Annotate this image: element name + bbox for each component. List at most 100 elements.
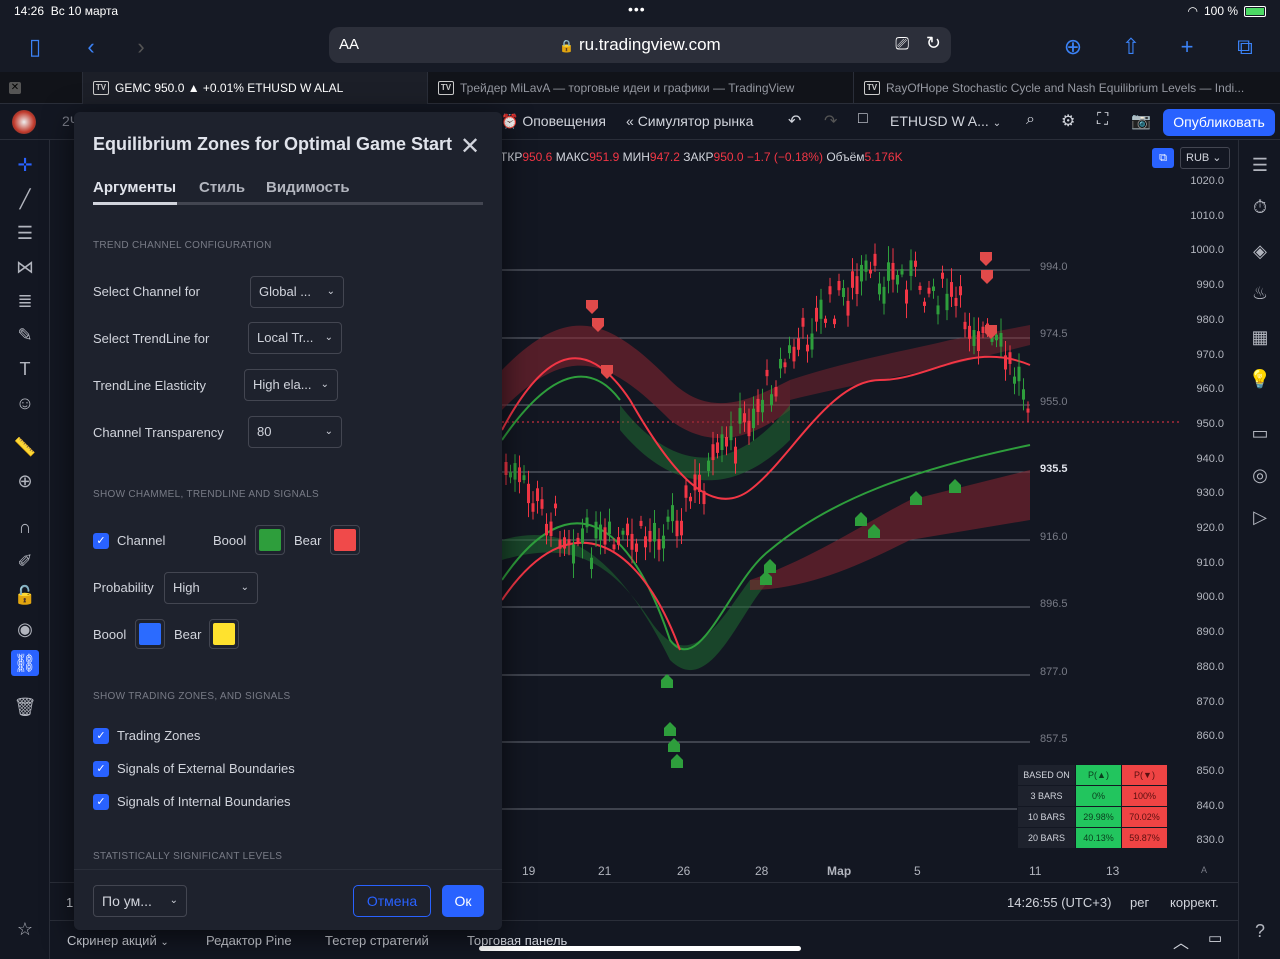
ruler-icon[interactable]: 📏 xyxy=(11,434,39,460)
eye-icon[interactable]: ◉ xyxy=(11,616,39,642)
reload-icon[interactable]: ↻ xyxy=(926,33,941,54)
chevron-up-icon[interactable]: ︿ xyxy=(1173,929,1189,953)
sidebar-toggle-icon[interactable]: ▯ xyxy=(20,32,50,62)
price-tick: 900.0 xyxy=(1196,591,1224,604)
tab-style[interactable]: Стиль xyxy=(199,179,245,196)
emoji-icon[interactable]: ☺ xyxy=(11,390,39,416)
help-icon[interactable]: ? xyxy=(1247,918,1273,944)
magnet-icon[interactable]: ∩ xyxy=(11,514,39,540)
bear1-label: Bear xyxy=(294,533,322,548)
star-icon[interactable]: ☆ xyxy=(11,916,39,942)
search-icon[interactable]: ⌕ xyxy=(1026,111,1035,129)
streams-icon[interactable]: ◎ xyxy=(1247,462,1273,488)
layout-square-icon[interactable]: □ xyxy=(858,110,868,128)
undo-icon[interactable]: ↶ xyxy=(788,111,801,131)
lock-drawing-icon[interactable]: ✐ xyxy=(11,548,39,574)
select-trendline-dropdown[interactable]: Local Tr... ⌄ xyxy=(248,322,342,354)
tab-rayofhope[interactable]: TV RayOfHope Stochastic Cycle and Nash Eq… xyxy=(853,72,1280,104)
new-tab-icon[interactable]: + xyxy=(1172,32,1202,62)
price-tick: 910.0 xyxy=(1196,556,1224,569)
adjust-button[interactable]: коррект. xyxy=(1170,895,1219,910)
elasticity-dropdown[interactable]: High ela... ⌄ xyxy=(244,369,338,401)
tabs-overview-icon[interactable]: ⧉ xyxy=(1230,32,1260,62)
bear1-color-swatch[interactable] xyxy=(330,525,360,555)
channel-checkbox[interactable]: ✓ xyxy=(93,533,109,549)
tab-close-icon[interactable]: ✕ xyxy=(9,82,21,94)
text-icon[interactable]: T xyxy=(11,356,39,382)
candle-body xyxy=(720,434,724,450)
fib-icon[interactable]: ≣ xyxy=(11,288,39,314)
candle-body xyxy=(851,271,854,288)
play-icon[interactable]: ▷ xyxy=(1247,504,1273,530)
trash-icon[interactable]: 🗑 xyxy=(11,694,39,720)
layout-select[interactable]: ETHUSD W A... ⌄ xyxy=(890,113,1001,129)
publish-button[interactable]: Опубликовать xyxy=(1163,109,1275,136)
scale-sync-button[interactable]: ⧉ xyxy=(1152,148,1174,168)
extensions-icon[interactable]: ⎚ xyxy=(895,34,909,54)
defaults-dropdown[interactable]: По ум... ⌄ xyxy=(93,885,187,917)
footer-range[interactable]: 1 xyxy=(66,895,73,910)
bool2-color-swatch[interactable] xyxy=(135,619,165,649)
tab-pine-editor[interactable]: Редактор Pine xyxy=(206,933,292,948)
crosshair-icon[interactable]: ✛ xyxy=(11,152,39,178)
ok-button[interactable]: Ок xyxy=(442,885,484,917)
watchlist-icon[interactable]: ☰ xyxy=(1247,152,1273,178)
lock-icon[interactable]: 🔓 xyxy=(11,582,39,608)
clock-readout[interactable]: 14:26:55 (UTC+3) xyxy=(1007,895,1111,910)
trendline-icon[interactable]: ╱ xyxy=(11,186,39,212)
tab-gemc[interactable]: TV GEMC 950.0 ▲ +0.01% ETHUSD W ALAL xyxy=(82,72,427,104)
avatar[interactable] xyxy=(12,110,36,134)
zoom-icon[interactable]: ⊕ xyxy=(11,468,39,494)
brush-icon[interactable]: ✎ xyxy=(11,322,39,348)
maximize-icon[interactable]: ▭ xyxy=(1208,929,1222,947)
address-bar[interactable]: AA 🔒 ru.tradingview.com ⎚ ↻ xyxy=(329,27,951,63)
back-icon[interactable]: ‹ xyxy=(76,32,106,62)
chat-icon[interactable]: ▭ xyxy=(1247,420,1273,446)
time-tick: 11 xyxy=(1029,864,1042,878)
ext-signals-checkbox[interactable]: ✓ xyxy=(93,761,109,777)
bool1-color-swatch[interactable] xyxy=(255,525,285,555)
buy-signal-marker xyxy=(664,722,676,736)
tab-screener[interactable]: Скринер акций ⌄ xyxy=(67,933,169,948)
redo-icon[interactable]: ↷ xyxy=(824,111,837,131)
alarm-clock-icon[interactable]: ⏱ xyxy=(1247,194,1273,220)
multitask-dots[interactable]: ••• xyxy=(628,1,646,17)
session-reg[interactable]: рег xyxy=(1130,895,1149,910)
horizontal-lines-icon[interactable]: ☰ xyxy=(11,220,39,246)
fullscreen-icon[interactable]: ⛶ xyxy=(1097,111,1108,129)
int-signals-checkbox[interactable]: ✓ xyxy=(93,794,109,810)
camera-icon[interactable]: 📷 xyxy=(1131,111,1151,131)
bear2-color-swatch[interactable] xyxy=(209,619,239,649)
replay-button[interactable]: « Симулятор рынка xyxy=(626,113,753,129)
alerts-button[interactable]: ⏰ Оповещения xyxy=(501,113,606,130)
link-icon[interactable]: ⛓ xyxy=(11,650,39,676)
gear-icon[interactable]: ⚙ xyxy=(1061,111,1075,131)
tab-strategy-tester[interactable]: Тестер стратегий xyxy=(325,933,429,948)
sell-signal-marker xyxy=(980,252,992,266)
cancel-button[interactable]: Отмена xyxy=(353,885,431,917)
close-icon[interactable]: ✕ xyxy=(460,132,480,161)
tab-underline xyxy=(93,202,483,205)
candle-body xyxy=(504,462,508,475)
currency-select[interactable]: RUB ⌄ xyxy=(1180,147,1230,169)
select-channel-dropdown[interactable]: Global ... ⌄ xyxy=(250,276,344,308)
hotlist-icon[interactable]: ♨ xyxy=(1247,280,1273,306)
calendar-icon[interactable]: ▦ xyxy=(1247,324,1273,350)
forward-icon[interactable]: › xyxy=(126,32,156,62)
tab-visibility[interactable]: Видимость xyxy=(266,179,350,196)
auto-scale-button[interactable]: A xyxy=(1201,865,1207,875)
probability-dropdown[interactable]: High ⌄ xyxy=(164,572,258,604)
ideas-bulb-icon[interactable]: 💡 xyxy=(1247,366,1273,392)
transparency-dropdown[interactable]: 80 ⌄ xyxy=(248,416,342,448)
layers-icon[interactable]: ◈ xyxy=(1247,238,1273,264)
downloads-icon[interactable]: ⊕ xyxy=(1058,32,1088,62)
tab-milava[interactable]: TV Трейдер MiLavA — торговые идеи и графи… xyxy=(427,72,853,104)
bear-zone xyxy=(502,325,790,439)
pattern-icon[interactable]: ⋈ xyxy=(11,254,39,280)
drawing-toolbar: ✛ ╱ ☰ ⋈ ≣ ✎ T ☺ 📏 ⊕ ∩ ✐ 🔓 ◉ ⛓ 🗑 ☆ xyxy=(0,140,50,959)
tab-arguments[interactable]: Аргументы xyxy=(93,179,176,196)
share-icon[interactable]: ⇧ xyxy=(1116,32,1146,62)
buy-signal-marker xyxy=(910,491,922,505)
trading-zones-checkbox[interactable]: ✓ xyxy=(93,728,109,744)
dialog-footer: По ум... ⌄ Отмена Ок xyxy=(74,869,502,930)
